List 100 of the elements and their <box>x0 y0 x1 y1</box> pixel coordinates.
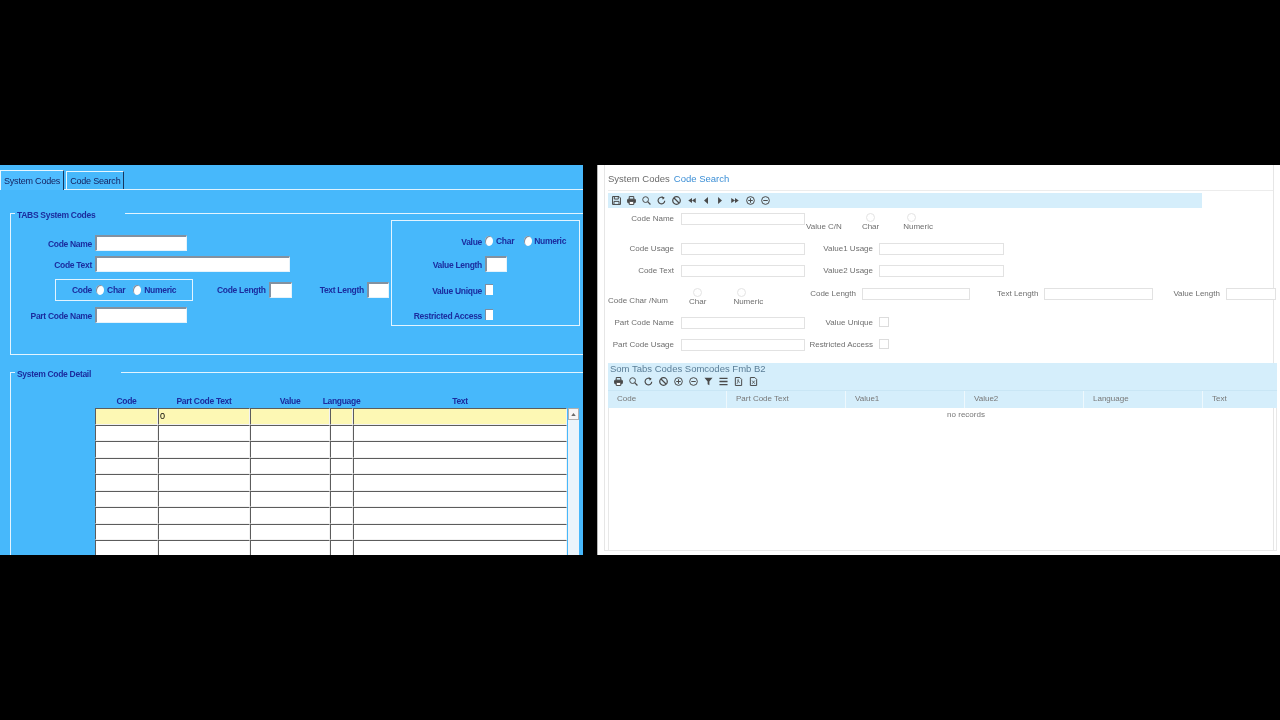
column-header[interactable]: Text <box>1203 391 1277 408</box>
input-field[interactable] <box>95 235 187 251</box>
table-cell[interactable] <box>330 507 353 524</box>
triangle-left-icon[interactable] <box>704 197 708 204</box>
refresh-icon[interactable] <box>644 377 653 386</box>
table-cell[interactable] <box>158 523 250 540</box>
minus-circle-icon[interactable] <box>761 196 770 205</box>
table-cell[interactable]: 0 <box>158 408 250 425</box>
table-cell[interactable] <box>353 457 567 474</box>
scrollbar[interactable] <box>568 408 579 555</box>
table-cell[interactable] <box>95 457 158 474</box>
table-cell[interactable] <box>330 441 353 458</box>
column-header[interactable]: Value1 <box>846 391 965 408</box>
menu-icon[interactable] <box>719 377 728 386</box>
table-cell[interactable] <box>250 507 330 524</box>
checkbox[interactable] <box>879 339 889 349</box>
tab[interactable]: Code Search <box>66 171 125 189</box>
table-cell[interactable] <box>158 507 250 524</box>
plus-circle-icon[interactable] <box>674 377 683 386</box>
input-field[interactable] <box>95 307 187 323</box>
document-x-icon[interactable] <box>749 377 758 386</box>
triangle-right-icon[interactable] <box>718 197 722 204</box>
table-cell[interactable] <box>250 474 330 491</box>
table-cell[interactable] <box>95 408 158 425</box>
scroll-up-button[interactable] <box>568 408 579 420</box>
checkbox[interactable] <box>879 317 889 327</box>
table-row[interactable] <box>95 441 567 458</box>
save-icon[interactable] <box>612 196 621 205</box>
input-field[interactable] <box>268 282 292 298</box>
table-cell[interactable] <box>330 474 353 491</box>
table-cell[interactable] <box>250 490 330 507</box>
input-field[interactable] <box>366 282 389 298</box>
table-cell[interactable] <box>330 490 353 507</box>
search-icon[interactable] <box>629 377 638 386</box>
print-icon[interactable] <box>627 196 636 205</box>
input-field[interactable] <box>95 256 290 272</box>
search-icon[interactable] <box>642 196 651 205</box>
input-field[interactable] <box>485 256 507 272</box>
table-cell[interactable] <box>250 540 330 555</box>
radio-button[interactable] <box>524 236 533 246</box>
rewind-icon[interactable] <box>688 198 696 203</box>
table-cell[interactable] <box>353 490 567 507</box>
table-cell[interactable] <box>353 474 567 491</box>
table-cell[interactable] <box>95 490 158 507</box>
table-cell[interactable] <box>250 457 330 474</box>
table-cell[interactable] <box>95 507 158 524</box>
prohibit-icon[interactable] <box>659 377 668 386</box>
field-label: Code Text <box>638 266 674 275</box>
table-cell[interactable] <box>95 441 158 458</box>
column-header[interactable]: Code <box>608 391 727 408</box>
table-row[interactable]: 0 <box>95 408 567 425</box>
table-cell[interactable] <box>158 490 250 507</box>
table-cell[interactable] <box>353 441 567 458</box>
column-header[interactable]: Value2 <box>965 391 1084 408</box>
table-cell[interactable] <box>330 457 353 474</box>
plus-circle-icon[interactable] <box>746 196 755 205</box>
table-cell[interactable] <box>95 523 158 540</box>
field-label: Code Name <box>631 214 674 223</box>
column-header[interactable]: Part Code Text <box>727 391 846 408</box>
table-cell[interactable] <box>353 424 567 441</box>
tab[interactable]: System Codes <box>0 170 65 190</box>
document-icon[interactable] <box>734 377 743 386</box>
table-cell[interactable] <box>330 408 353 425</box>
field-label: Value <box>461 237 482 247</box>
table-cell[interactable] <box>158 457 250 474</box>
table-cell[interactable] <box>353 523 567 540</box>
filter-icon[interactable] <box>704 377 713 386</box>
tab[interactable]: Code Search <box>673 173 730 185</box>
checkbox[interactable] <box>485 309 493 320</box>
fast-forward-icon[interactable] <box>731 198 739 203</box>
table-row[interactable] <box>95 507 567 524</box>
radio-button[interactable] <box>96 285 105 295</box>
table-cell[interactable] <box>330 540 353 555</box>
table-cell[interactable] <box>330 523 353 540</box>
minus-circle-icon[interactable] <box>689 377 698 386</box>
checkbox[interactable] <box>485 284 493 295</box>
table-cell[interactable] <box>250 523 330 540</box>
table-cell[interactable] <box>95 474 158 491</box>
table-cell[interactable] <box>250 408 330 425</box>
column-header[interactable]: Language <box>1084 391 1203 408</box>
table-cell[interactable] <box>95 540 158 555</box>
table-cell[interactable] <box>158 441 250 458</box>
table-cell[interactable] <box>353 507 567 524</box>
tab[interactable]: System Codes <box>608 173 670 185</box>
table-row[interactable] <box>95 540 567 555</box>
print-icon[interactable] <box>614 377 623 386</box>
table-cell[interactable] <box>158 424 250 441</box>
radio-button[interactable] <box>485 236 493 246</box>
refresh-icon[interactable] <box>657 196 666 205</box>
table-cell[interactable] <box>158 474 250 491</box>
table-cell[interactable] <box>95 424 158 441</box>
table-cell[interactable] <box>158 540 250 555</box>
table-cell[interactable] <box>353 540 567 555</box>
prohibit-icon[interactable] <box>672 196 681 205</box>
table-row[interactable] <box>95 474 567 491</box>
table-cell[interactable] <box>250 441 330 458</box>
table-cell[interactable] <box>330 424 353 441</box>
radio-button[interactable] <box>133 285 142 295</box>
table-cell[interactable] <box>250 424 330 441</box>
table-cell[interactable] <box>353 408 567 425</box>
